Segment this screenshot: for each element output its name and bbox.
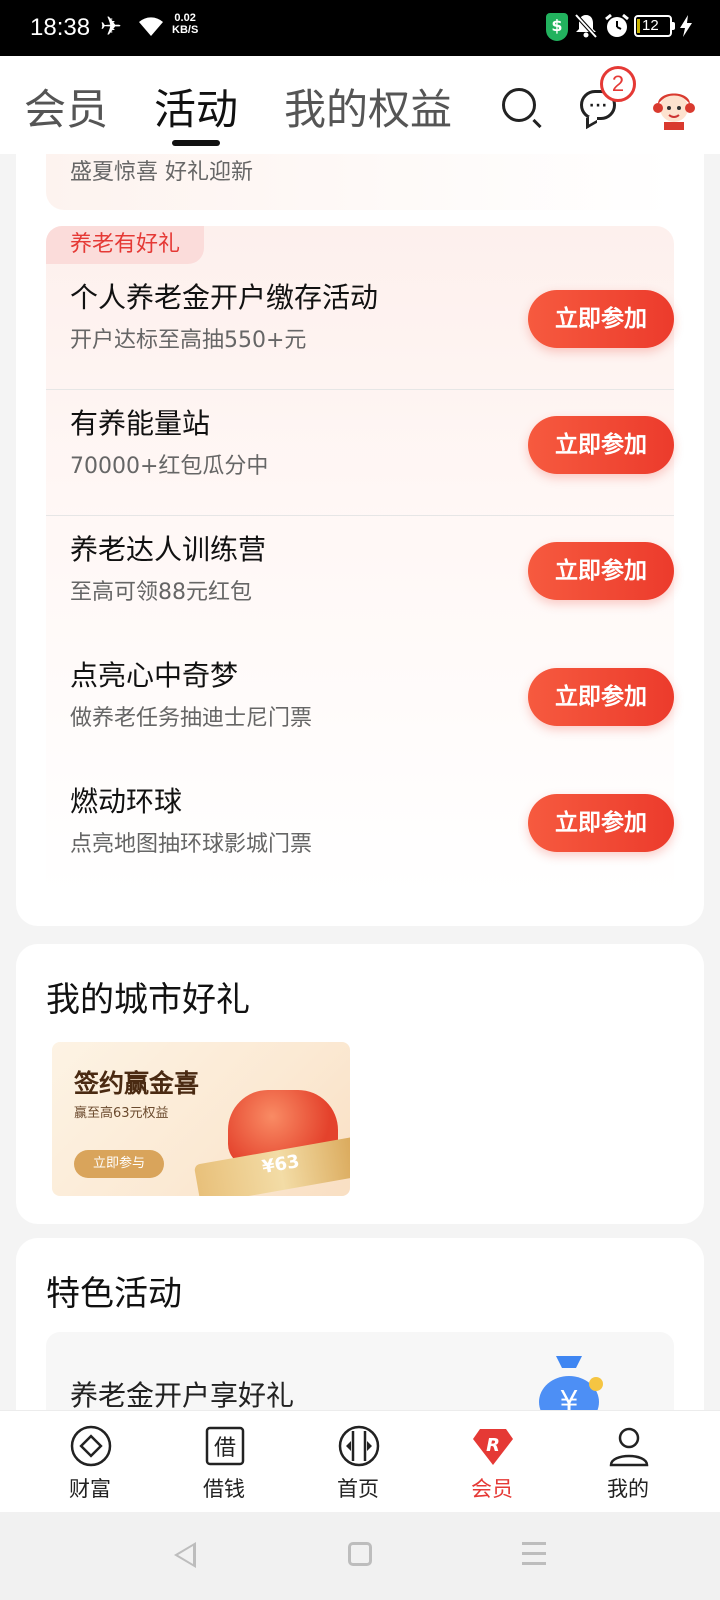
- banner-title: 签约赢金喜: [74, 1069, 200, 1098]
- network-speed-unit: KB/S: [172, 24, 199, 36]
- nav-mine[interactable]: 我的: [556, 1411, 700, 1513]
- user-icon: [608, 1425, 650, 1467]
- search-icon[interactable]: [502, 88, 536, 122]
- message-badge: 2: [600, 66, 636, 102]
- activity-title: 点亮心中奇梦: [70, 659, 239, 692]
- borrow-icon: 借: [204, 1425, 246, 1467]
- feature-title: 养老金开户享好礼: [70, 1379, 295, 1412]
- nav-label: 财富: [69, 1477, 111, 1501]
- activity-title: 养老达人训练营: [70, 533, 267, 566]
- activity-desc: 点亮地图抽环球影城门票: [70, 832, 313, 857]
- activity-desc: 70000+红包瓜分中: [70, 454, 269, 479]
- activity-title: 燃动环球: [70, 785, 183, 818]
- airplane-icon: ✈: [100, 12, 122, 42]
- nav-label: 首页: [337, 1477, 379, 1501]
- bottom-navigation: 财富 借 借钱 首页 R 会员 我的: [0, 1410, 720, 1512]
- menu-icon[interactable]: [522, 1542, 546, 1566]
- tab-my-benefits[interactable]: 我的权益: [284, 76, 452, 137]
- svg-text:R: R: [486, 1435, 500, 1456]
- member-icon: R: [472, 1425, 514, 1467]
- back-icon[interactable]: [174, 1542, 196, 1568]
- activities-card: 盛夏惊喜 好礼迎新 养老有好礼 个人养老金开户缴存活动 开户达标至高抽550+元…: [16, 110, 704, 926]
- join-button[interactable]: 立即参加: [528, 668, 674, 726]
- tab-member[interactable]: 会员: [24, 76, 108, 137]
- city-gift-banner[interactable]: 签约赢金喜 赢至高63元权益 立即参与 ¥63: [52, 1042, 350, 1196]
- activity-item[interactable]: 个人养老金开户缴存活动 开户达标至高抽550+元 立即参加: [46, 264, 674, 390]
- status-time: 18:38: [30, 14, 91, 41]
- previous-activity-subtitle: 盛夏惊喜 好礼迎新: [70, 160, 253, 185]
- wifi-icon: [136, 14, 166, 42]
- activity-item[interactable]: 养老达人训练营 至高可领88元红包 立即参加: [46, 516, 674, 642]
- tab-activities[interactable]: 活动: [154, 76, 238, 137]
- nav-home[interactable]: 首页: [286, 1411, 430, 1513]
- join-button[interactable]: 立即参加: [528, 542, 674, 600]
- home-button-icon[interactable]: [348, 1542, 372, 1566]
- network-speed: 0.02 KB/S: [172, 12, 198, 36]
- top-header: 会员 活动 我的权益 ··· 2: [0, 56, 720, 154]
- nav-label: 我的: [607, 1477, 649, 1501]
- wealth-icon: [70, 1425, 112, 1467]
- nav-label: 借钱: [203, 1477, 245, 1501]
- shield-icon: $: [546, 13, 568, 41]
- network-speed-value: 0.02: [174, 12, 196, 24]
- join-button[interactable]: 立即参加: [528, 416, 674, 474]
- activity-item[interactable]: 燃动环球 点亮地图抽环球影城门票 立即参加: [46, 768, 674, 894]
- activity-title: 个人养老金开户缴存活动: [70, 281, 379, 314]
- activity-title: 有养能量站: [70, 407, 211, 440]
- pension-tag: 养老有好礼: [46, 226, 205, 264]
- activity-desc: 至高可领88元红包: [70, 580, 252, 605]
- city-gifts-card: 我的城市好礼 签约赢金喜 赢至高63元权益 立即参与 ¥63: [16, 944, 704, 1224]
- section-title: 我的城市好礼: [46, 980, 250, 1020]
- system-navigation-bar: [0, 1512, 720, 1600]
- home-icon: [338, 1425, 380, 1467]
- nav-member[interactable]: R 会员: [420, 1411, 564, 1513]
- activity-item[interactable]: 点亮心中奇梦 做养老任务抽迪士尼门票 立即参加: [46, 642, 674, 768]
- section-title: 特色活动: [46, 1274, 182, 1314]
- nav-borrow[interactable]: 借 借钱: [152, 1411, 296, 1513]
- activity-desc: 做养老任务抽迪士尼门票: [70, 706, 313, 731]
- active-tab-indicator: [172, 140, 220, 146]
- nav-wealth[interactable]: 财富: [18, 1411, 162, 1513]
- activity-desc: 开户达标至高抽550+元: [70, 328, 307, 353]
- bell-off-icon: [574, 13, 598, 45]
- join-button[interactable]: 立即参加: [528, 290, 674, 348]
- join-button[interactable]: 立即参加: [528, 794, 674, 852]
- battery-icon: 12: [634, 15, 675, 37]
- status-bar: 18:38 ✈ 0.02 KB/S $ 12: [0, 0, 720, 56]
- activity-item[interactable]: 有养能量站 70000+红包瓜分中 立即参加: [46, 390, 674, 516]
- nav-label: 会员: [471, 1477, 513, 1501]
- pension-activities-section: 养老有好礼 个人养老金开户缴存活动 开户达标至高抽550+元 立即参加 有养能量…: [46, 226, 674, 898]
- avatar[interactable]: [650, 82, 698, 130]
- banner-join-button[interactable]: 立即参与: [74, 1150, 164, 1178]
- svg-text:借: 借: [214, 1436, 236, 1461]
- alarm-icon: [604, 13, 630, 45]
- banner-subtitle: 赢至高63元权益: [74, 1106, 169, 1121]
- charging-icon: [680, 15, 692, 42]
